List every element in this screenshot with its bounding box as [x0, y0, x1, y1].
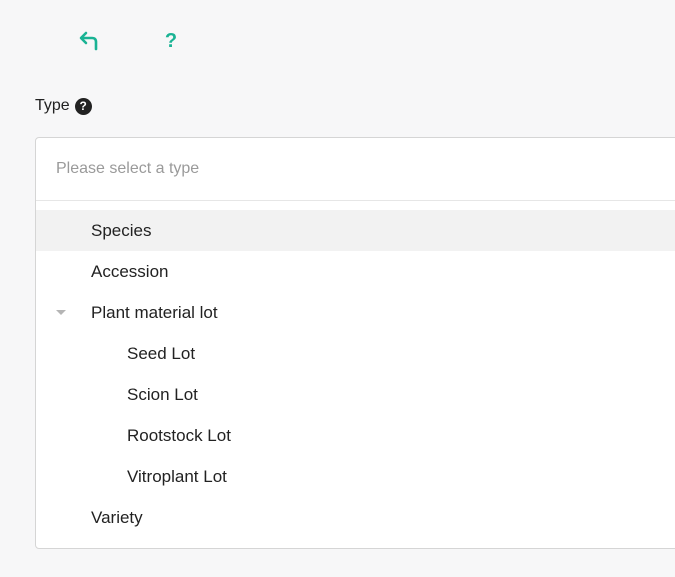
- option-label: Species: [91, 220, 152, 240]
- option-species[interactable]: Species: [36, 210, 675, 251]
- toolbar: ?: [72, 26, 188, 56]
- type-select-input[interactable]: Please select a type: [36, 138, 675, 201]
- option-label: Accession: [91, 261, 169, 281]
- type-field-label-row: Type ?: [35, 97, 92, 115]
- option-vitroplant-lot[interactable]: Vitroplant Lot: [36, 456, 675, 497]
- page: ? Type ? Please select a type Species Ac…: [0, 0, 675, 577]
- option-variety[interactable]: Variety: [36, 497, 675, 538]
- help-button[interactable]: ?: [154, 26, 188, 56]
- option-label: Scion Lot: [127, 384, 198, 404]
- option-rootstock-lot[interactable]: Rootstock Lot: [36, 415, 675, 456]
- option-plant-material-lot[interactable]: Plant material lot: [36, 292, 675, 333]
- question-circle-icon[interactable]: ?: [74, 97, 92, 115]
- option-seed-lot[interactable]: Seed Lot: [36, 333, 675, 374]
- caret-down-icon[interactable]: [56, 310, 66, 315]
- option-label: Variety: [91, 507, 143, 527]
- option-accession[interactable]: Accession: [36, 251, 675, 292]
- option-label: Plant material lot: [91, 302, 218, 322]
- option-label: Seed Lot: [127, 343, 196, 363]
- option-scion-lot[interactable]: Scion Lot: [36, 374, 675, 415]
- undo-arrow-icon: [79, 31, 98, 51]
- back-button[interactable]: [72, 26, 106, 56]
- option-label: Rootstock Lot: [127, 425, 231, 445]
- type-options-list: Species Accession Plant material lot See…: [36, 201, 675, 538]
- type-field-label: Type: [35, 97, 70, 114]
- type-select-dropdown: Please select a type Species Accession P…: [35, 137, 675, 549]
- option-label: Vitroplant Lot: [127, 466, 227, 486]
